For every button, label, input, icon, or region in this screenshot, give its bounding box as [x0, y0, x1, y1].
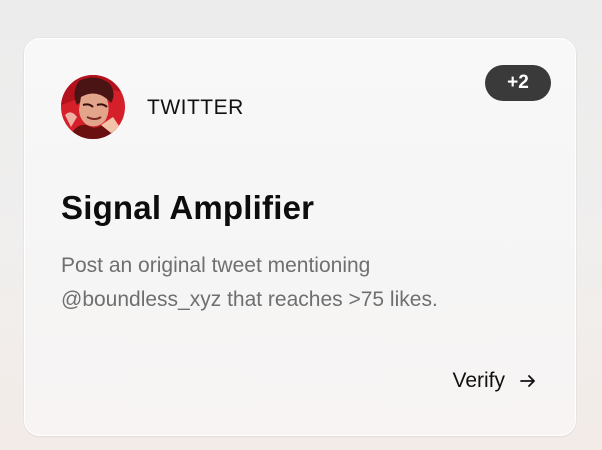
- quest-description-line-1: Post an original tweet mentioning: [61, 254, 371, 277]
- quest-card: TWITTER +2 Signal Amplifier Post an orig…: [24, 38, 576, 436]
- avatar: [61, 75, 125, 139]
- verify-label: Verify: [452, 369, 505, 392]
- verify-button[interactable]: Verify: [452, 369, 537, 393]
- extra-count-badge: +2: [485, 65, 551, 101]
- arrow-right-icon: [519, 372, 537, 390]
- quest-description: Post an original tweet mentioning @bound…: [61, 249, 531, 317]
- platform-label: TWITTER: [147, 96, 244, 119]
- quest-title: Signal Amplifier: [61, 189, 315, 226]
- anime-character-avatar-icon: [61, 75, 125, 139]
- quest-description-line-2: @boundless_xyz that reaches >75 likes.: [61, 288, 438, 311]
